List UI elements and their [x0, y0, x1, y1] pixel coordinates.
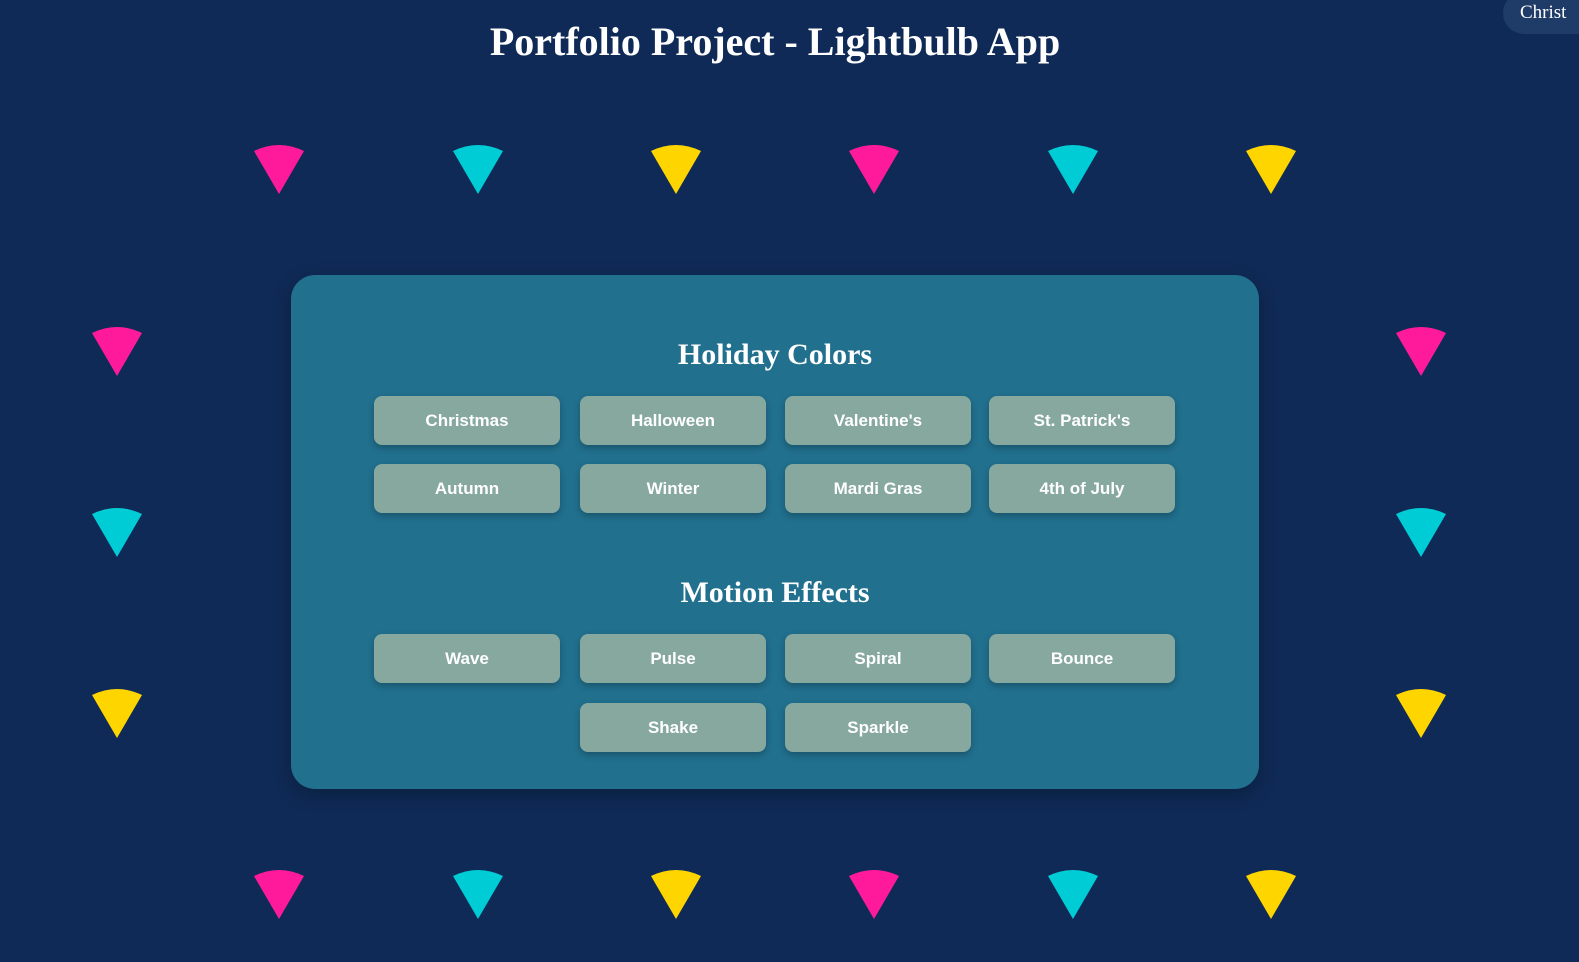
halloween-button[interactable]: Halloween	[580, 396, 766, 445]
christmas-button[interactable]: Christmas	[374, 396, 560, 445]
lightbulb-icon	[650, 143, 702, 195]
lightbulb-icon	[848, 868, 900, 920]
christmas-chip[interactable]: Christ	[1503, 0, 1579, 34]
mardi-gras-button[interactable]: Mardi Gras	[785, 464, 971, 513]
bounce-button[interactable]: Bounce	[989, 634, 1175, 683]
spiral-button[interactable]: Spiral	[785, 634, 971, 683]
shake-button[interactable]: Shake	[580, 703, 766, 752]
valentines-button[interactable]: Valentine's	[785, 396, 971, 445]
lightbulb-icon	[452, 868, 504, 920]
lightbulb-icon	[1245, 868, 1297, 920]
pulse-button[interactable]: Pulse	[580, 634, 766, 683]
motion-effects-heading: Motion Effects	[680, 576, 870, 609]
lightbulb-icon	[253, 868, 305, 920]
sparkle-button[interactable]: Sparkle	[785, 703, 971, 752]
lightbulb-icon	[91, 506, 143, 558]
lightbulb-icon	[91, 325, 143, 377]
lightbulb-icon	[1395, 325, 1447, 377]
st-patricks-button[interactable]: St. Patrick's	[989, 396, 1175, 445]
holiday-colors-heading: Holiday Colors	[677, 338, 873, 371]
lightbulb-icon	[848, 143, 900, 195]
lightbulb-icon	[1047, 143, 1099, 195]
wave-button[interactable]: Wave	[374, 634, 560, 683]
fourth-of-july-button[interactable]: 4th of July	[989, 464, 1175, 513]
page-title: Portfolio Project - Lightbulb App	[489, 19, 1061, 64]
lightbulb-icon	[1395, 687, 1447, 739]
lightbulb-icon	[452, 143, 504, 195]
lightbulb-icon	[1395, 506, 1447, 558]
autumn-button[interactable]: Autumn	[374, 464, 560, 513]
lightbulb-icon	[1047, 868, 1099, 920]
lightbulb-icon	[91, 687, 143, 739]
lightbulb-icon	[253, 143, 305, 195]
lightbulb-icon	[650, 868, 702, 920]
control-panel: Holiday Colors Christmas Halloween Valen…	[291, 275, 1259, 789]
lightbulb-icon	[1245, 143, 1297, 195]
winter-button[interactable]: Winter	[580, 464, 766, 513]
